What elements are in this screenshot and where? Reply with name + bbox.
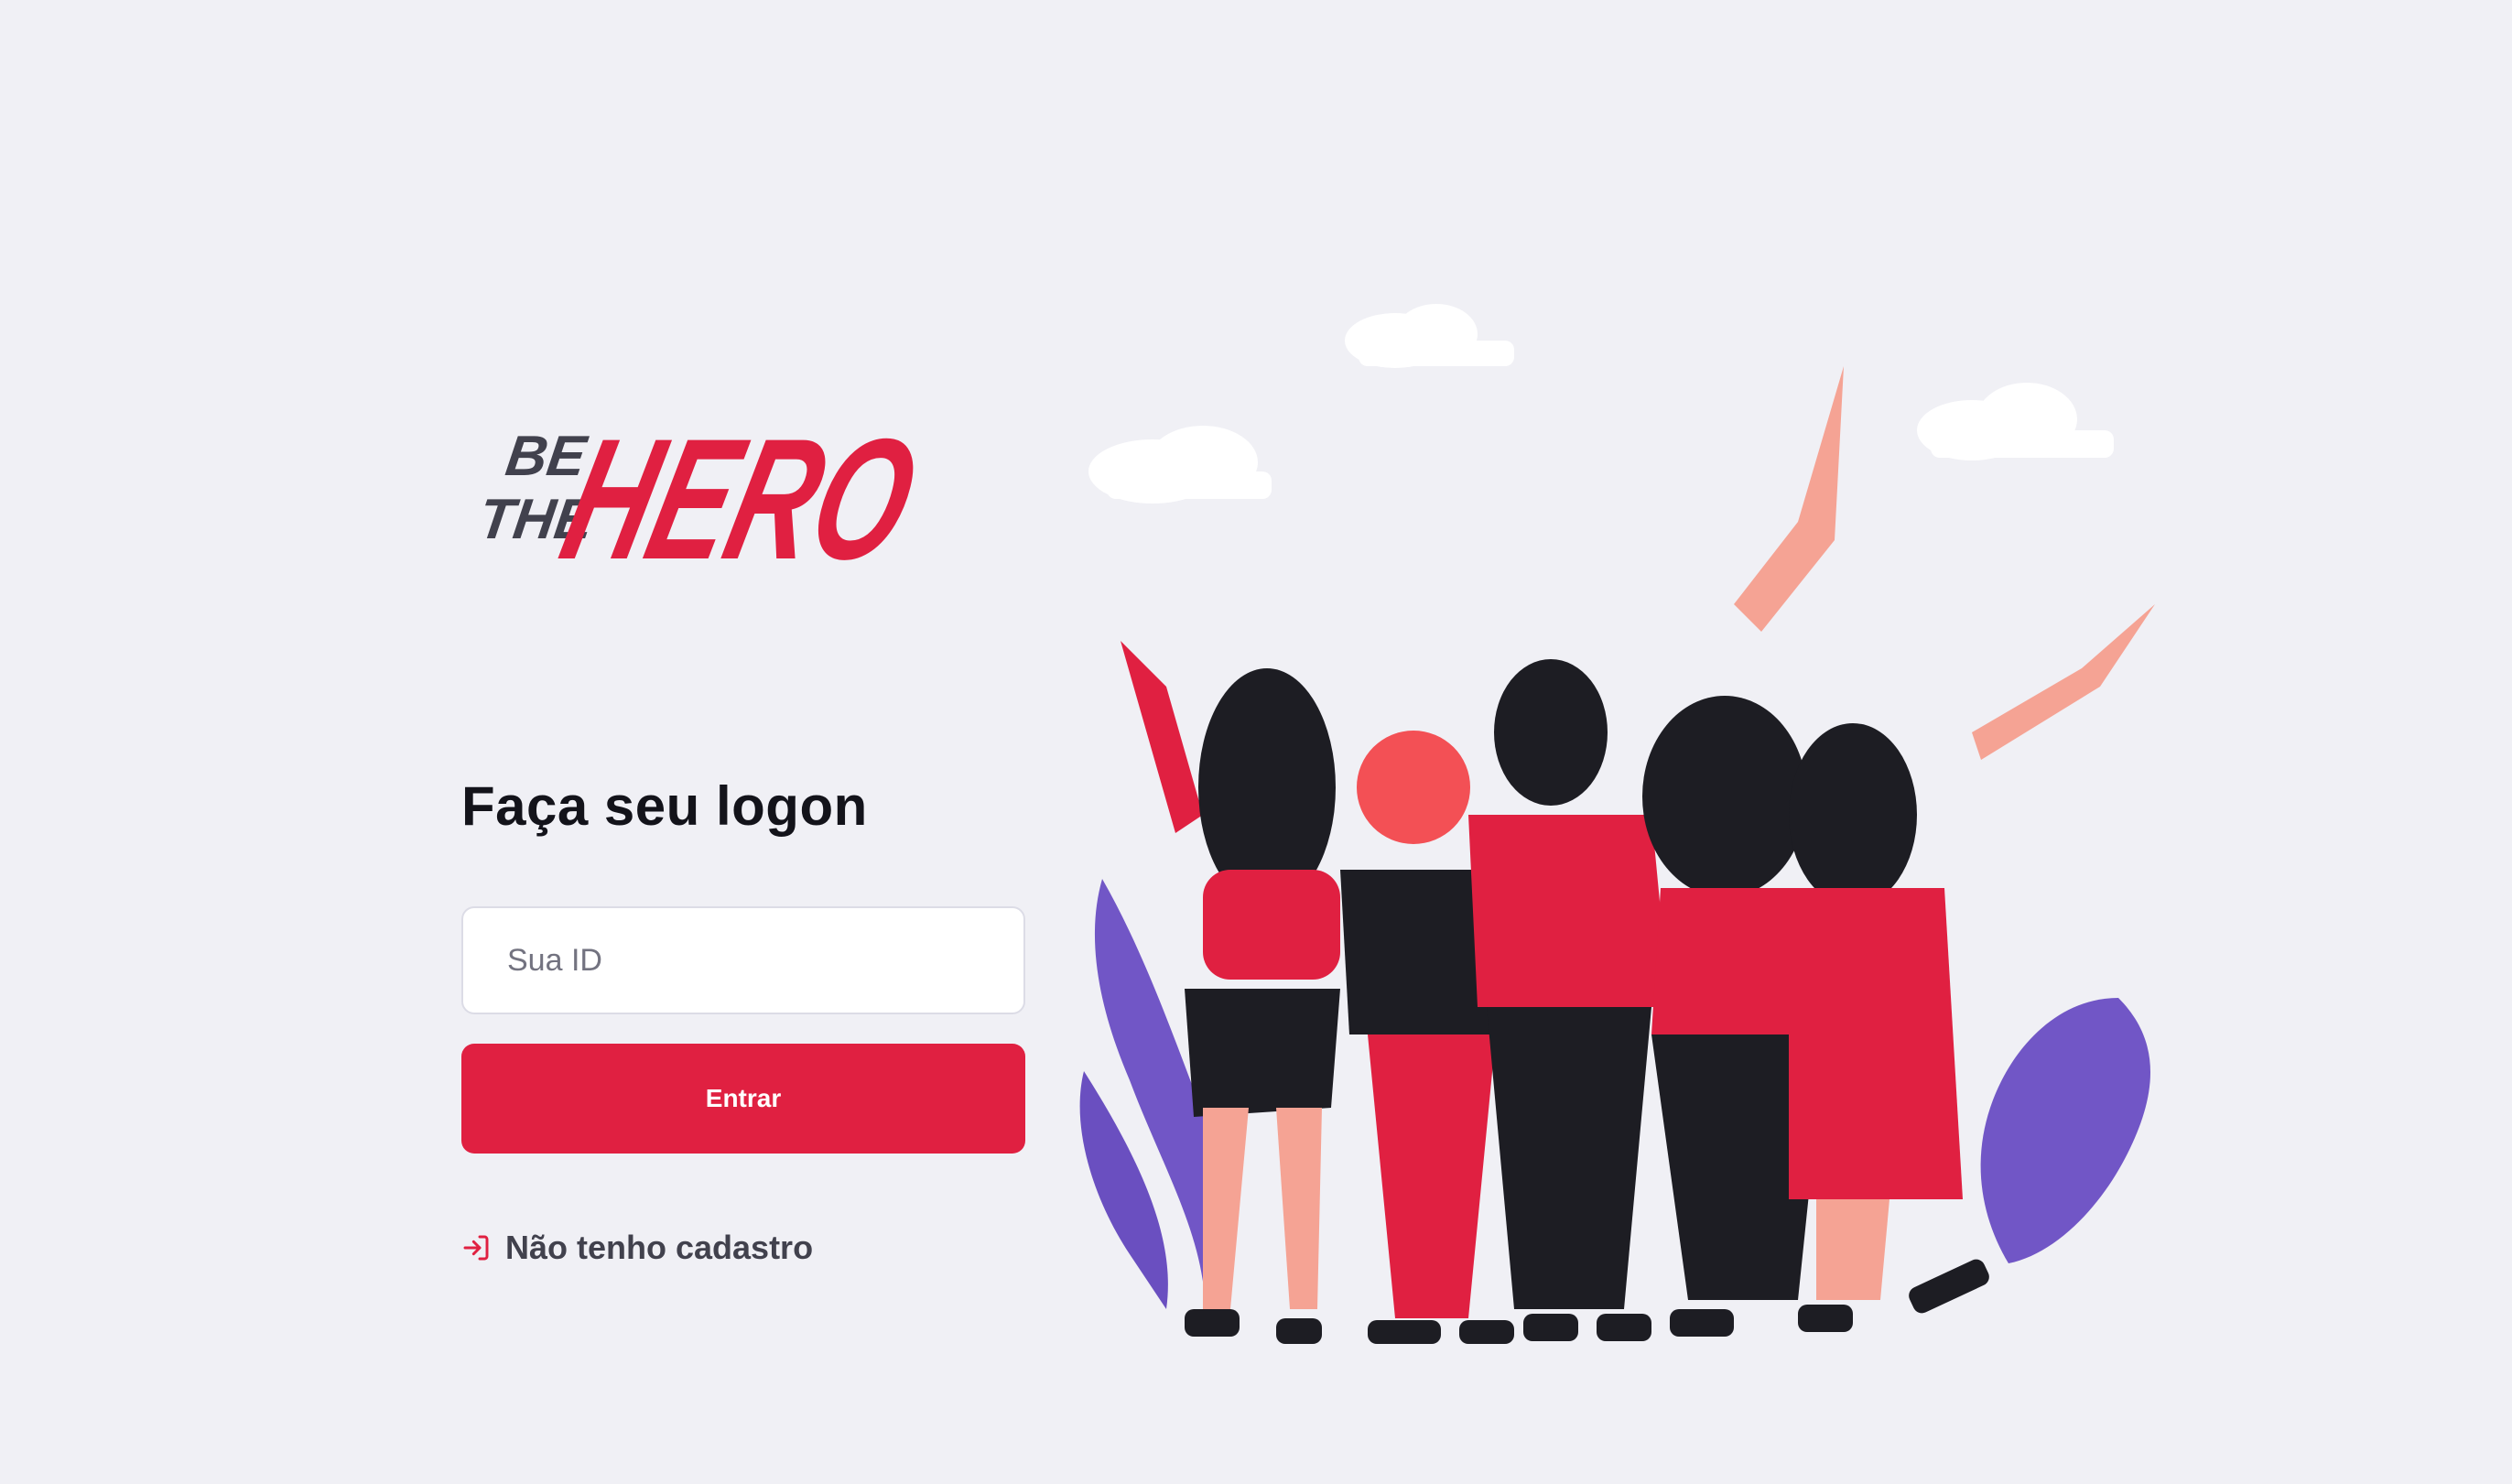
cloud-icon — [1345, 304, 1514, 368]
logo-hero-text: HERO — [547, 404, 919, 588]
logon-container: BE THE HERO Faça seu logon Entrar Não te… — [461, 302, 2177, 1364]
cloud-icon — [1088, 426, 1272, 504]
logon-form-section: BE THE HERO Faça seu logon Entrar Não te… — [461, 302, 1029, 1364]
id-input[interactable] — [461, 906, 1025, 1014]
page-title: Faça seu logon — [461, 775, 868, 837]
login-button[interactable]: Entrar — [461, 1044, 1025, 1154]
cloud-icon — [1917, 383, 2114, 460]
register-link[interactable]: Não tenho cadastro — [461, 1229, 813, 1267]
log-in-icon — [461, 1233, 491, 1262]
plant-icon — [1980, 998, 2150, 1263]
be-the-hero-logo: BE THE HERO — [461, 386, 919, 588]
register-link-label: Não tenho cadastro — [505, 1229, 814, 1266]
heroes-illustration — [1066, 302, 2177, 1364]
